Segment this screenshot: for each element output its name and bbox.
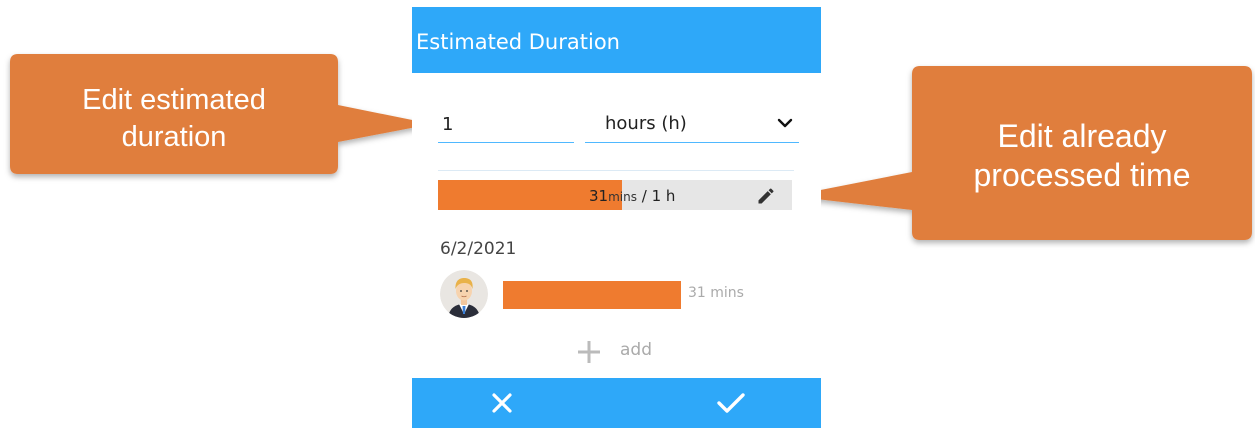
plus-icon xyxy=(578,341,600,363)
estimated-total: 1 h xyxy=(651,187,676,205)
add-entry-button[interactable]: add xyxy=(576,337,666,365)
pencil-icon[interactable] xyxy=(756,186,776,206)
processed-value: 31 xyxy=(589,187,609,205)
progress-separator: / xyxy=(636,187,652,205)
callout-left: Edit estimated duration xyxy=(10,82,338,156)
cancel-button[interactable] xyxy=(412,378,616,428)
callout-right-line2: processed time xyxy=(973,157,1191,193)
processed-time-bar[interactable]: 31mins / 1 h xyxy=(438,180,792,210)
user-avatar-icon xyxy=(440,270,488,318)
unit-select-value: hours (h) xyxy=(605,113,687,134)
processed-time-label: 31mins / 1 h xyxy=(589,187,675,206)
callout-left-line1: Edit estimated xyxy=(82,84,266,116)
chevron-down-icon xyxy=(777,118,793,128)
callout-right-line1: Edit already xyxy=(997,118,1167,154)
callout-right: Edit already processed time xyxy=(912,117,1252,195)
dialog-title: Estimated Duration xyxy=(416,30,620,54)
dialog-footer xyxy=(412,378,821,428)
dialog-header: Estimated Duration xyxy=(412,7,821,73)
log-date: 6/2/2021 xyxy=(440,239,517,259)
divider xyxy=(438,170,794,171)
duration-input[interactable] xyxy=(438,111,574,143)
avatar xyxy=(440,270,488,318)
estimated-duration-dialog: Estimated Duration hours (h) 31mins / 1 … xyxy=(412,7,821,428)
processed-unit: mins xyxy=(608,190,637,204)
add-entry-label: add xyxy=(620,340,652,360)
unit-select[interactable]: hours (h) xyxy=(585,111,799,143)
close-icon xyxy=(492,393,512,413)
confirm-button[interactable] xyxy=(617,378,821,428)
time-entry-duration: 31 mins xyxy=(688,285,744,301)
check-icon xyxy=(717,393,745,413)
callout-left-line2: duration xyxy=(121,121,227,153)
time-entry-bar[interactable] xyxy=(503,281,681,309)
